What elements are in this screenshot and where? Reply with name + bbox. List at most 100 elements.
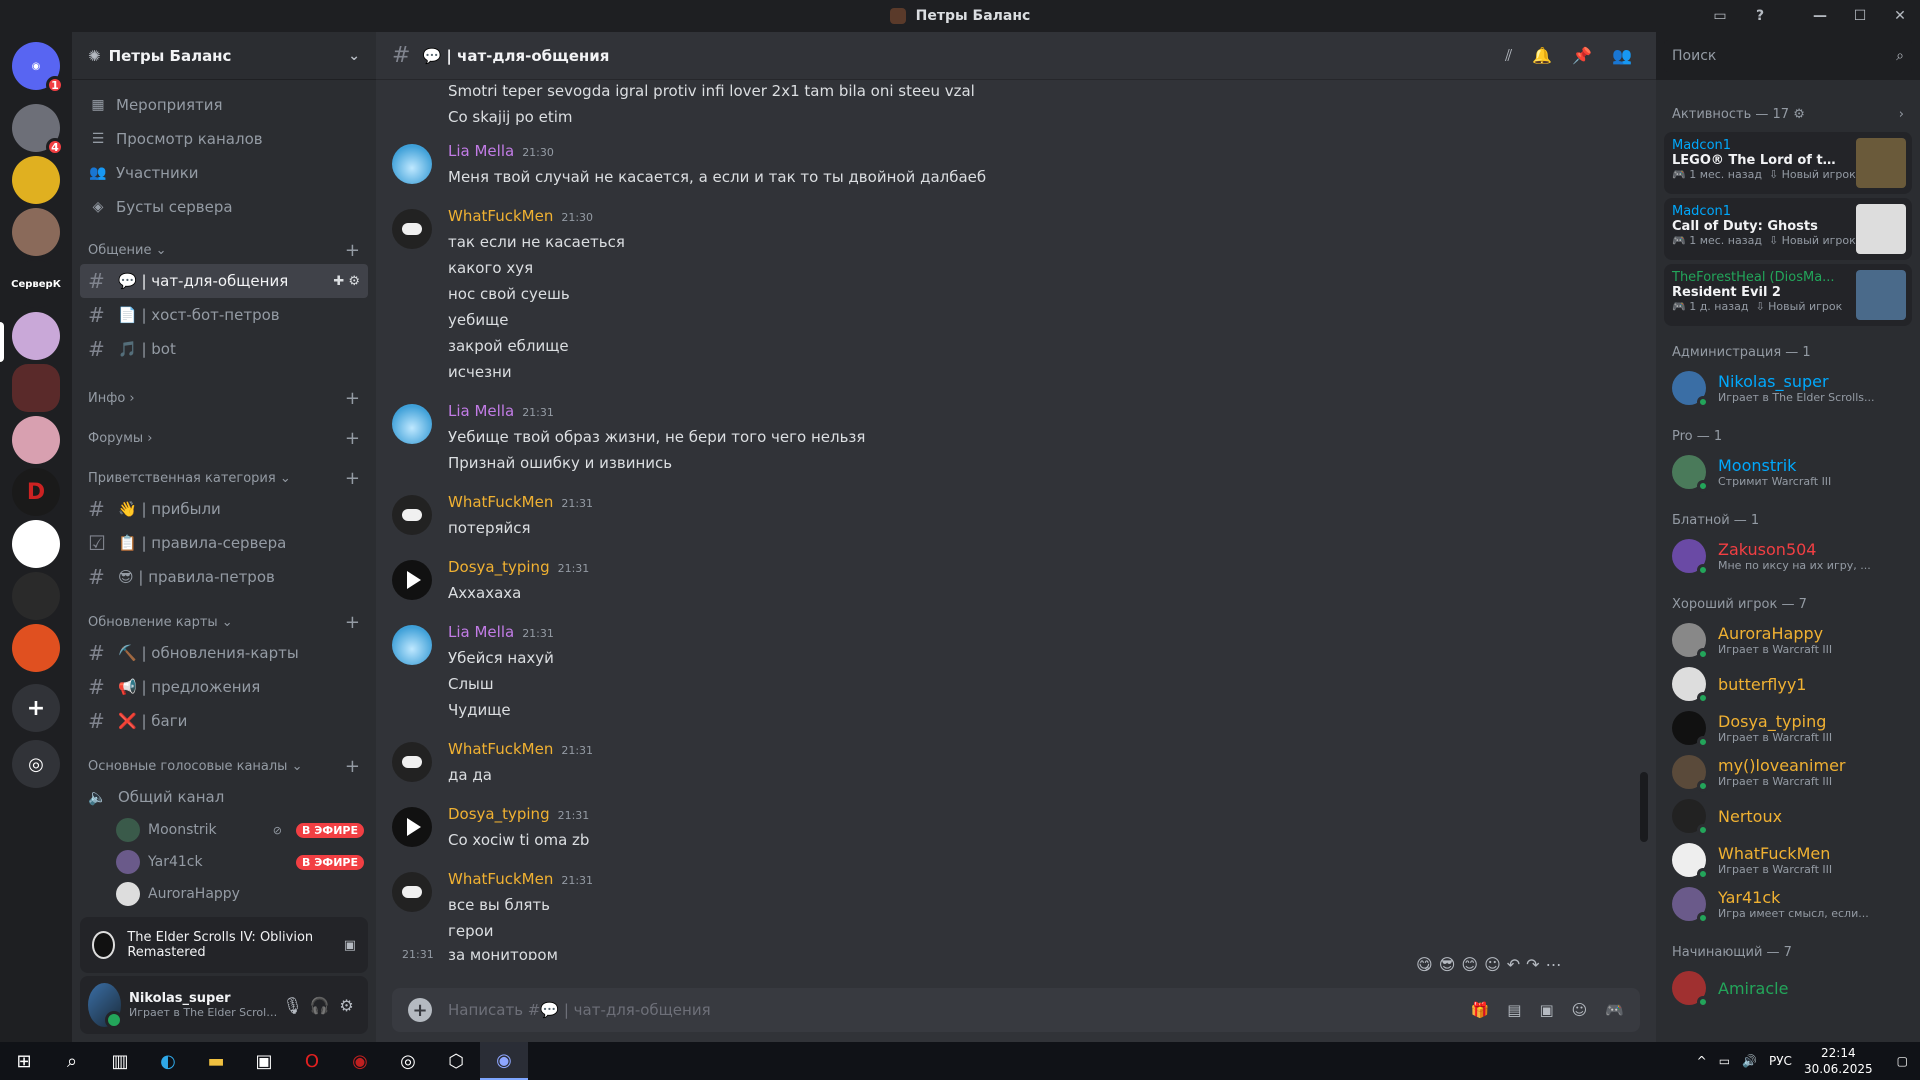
member-item[interactable]: Nikolas_super Играет в The Elder Scrolls.… [1656,366,1920,410]
notifications-icon[interactable]: ▢ [1897,1054,1908,1068]
server-icon[interactable] [12,624,60,672]
opera-icon[interactable]: O [288,1042,336,1080]
reaction-emoji-icon[interactable]: 😎 [1439,955,1456,974]
message-author[interactable]: Lia Mella [448,623,514,641]
discord-icon[interactable]: ◉ [480,1042,528,1080]
activity-card[interactable]: Madcon1 Call of Duty: Ghosts 🎮 1 мес. на… [1664,198,1912,260]
help-icon[interactable]: ? [1740,0,1780,32]
reaction-emoji-icon[interactable]: 😊 [1461,955,1478,974]
channel-rules-petrov[interactable]: # 😎 | правила-петров [80,560,368,594]
gift-icon[interactable]: 🎁 [1471,1001,1490,1019]
gear-icon[interactable]: ⚙ [333,996,360,1015]
language-indicator[interactable]: РУС [1769,1054,1792,1068]
channel-chat[interactable]: # 💬 | чат-для-общения ✚ ⚙ [80,264,368,298]
add-channel-icon[interactable]: + [345,428,360,449]
nav-boosts[interactable]: ◈ Бусты сервера [72,190,376,224]
server-icon[interactable] [12,312,60,360]
server-icon[interactable] [12,156,60,204]
nav-events[interactable]: ▦ Мероприятия [72,88,376,122]
server-icon[interactable]: 4 [12,104,64,156]
message-author[interactable]: Lia Mella [448,142,514,160]
message-composer[interactable]: + Написать #💬 | чат-для-общения 🎁 ▤ ▣ ☺ … [392,988,1640,1032]
minimize-button[interactable]: — [1800,0,1840,32]
start-icon[interactable]: ⊞ [0,1042,48,1080]
member-item[interactable]: Nertoux [1656,794,1920,838]
steam-icon[interactable]: ◎ [384,1042,432,1080]
volume-icon[interactable]: 🔊 [1742,1054,1757,1068]
channel-bugs[interactable]: # ❌ | баги [80,704,368,738]
server-icon[interactable] [12,572,60,620]
category-obshenie[interactable]: Общение ⌄ + [72,236,376,264]
edge-icon[interactable]: ◐ [144,1042,192,1080]
member-item[interactable]: WhatFuckMen Играет в Warcraft III [1656,838,1920,882]
activity-status-bar[interactable]: The Elder Scrolls IV: Oblivion Remastere… [80,917,368,973]
members-list-icon[interactable]: 👥 [1612,46,1632,66]
member-item[interactable]: Zakuson504 Мне по иксу на их игру, ... [1656,534,1920,578]
message-author[interactable]: Dosya_typing [448,805,550,823]
add-channel-icon[interactable]: + [345,612,360,633]
message-input[interactable]: Написать #💬 | чат-для-общения [448,1001,711,1019]
category-updates[interactable]: Обновление карты ⌄ + [72,608,376,636]
channel-bot[interactable]: # 🎵 | bot [80,332,368,366]
search-icon[interactable]: ⌕ [48,1042,96,1080]
member-item[interactable]: AuroraHappy Играет в Warcraft III [1656,618,1920,662]
chevron-right-icon[interactable]: › [1899,107,1904,122]
gear-icon[interactable]: ⚙ [1793,107,1805,122]
network-icon[interactable]: ▭ [1719,1054,1730,1068]
category-welcome[interactable]: Приветственная категория ⌄ + [72,464,376,492]
server-icon[interactable]: СерверК [11,260,61,308]
channel-settings-icon[interactable]: ✚ ⚙ [333,274,360,289]
channel-suggestions[interactable]: # 📢 | предложения [80,670,368,704]
channel-arrived[interactable]: # 👋 | прибыли [80,492,368,526]
add-channel-icon[interactable]: + [345,388,360,409]
voice-user[interactable]: Moonstrik ⊘ В ЭФИРЕ [72,814,376,846]
reaction-emoji-icon[interactable]: 😋 [1416,955,1433,974]
avatar[interactable] [392,742,432,782]
avatar[interactable] [392,209,432,249]
message-author[interactable]: WhatFuckMen [448,493,553,511]
add-attachment-icon[interactable]: + [408,998,432,1022]
category-info[interactable]: Инфо › + [72,384,376,412]
member-item[interactable]: my()loveanimer Играет в Warcraft III [1656,750,1920,794]
close-button[interactable]: ✕ [1880,0,1920,32]
member-item[interactable]: Moonstrik Стримит Warcraft III [1656,450,1920,494]
voice-user[interactable]: AuroraHappy [72,878,376,910]
chevron-up-icon[interactable]: ^ [1697,1054,1707,1068]
activity-card[interactable]: Madcon1 LEGO® The Lord of the Rings 🎮 1 … [1664,132,1912,194]
avatar[interactable] [392,495,432,535]
forward-icon[interactable]: ↷ [1526,955,1539,974]
avatar[interactable] [88,983,123,1029]
server-icon[interactable] [12,520,60,568]
add-channel-icon[interactable]: + [345,468,360,489]
message-author[interactable]: Dosya_typing [448,558,550,576]
emoji-icon[interactable]: ☺ [1572,1001,1588,1019]
message-author[interactable]: WhatFuckMen [448,870,553,888]
server-icon[interactable]: D [12,468,60,516]
activity-section-header[interactable]: Активность — 17 ⚙ › [1656,100,1920,128]
avatar[interactable] [392,872,432,912]
member-item[interactable]: butterflyy1 [1656,662,1920,706]
bell-icon[interactable]: 🔔 [1532,46,1552,66]
voice-user[interactable]: Yar41ck В ЭФИРЕ [72,846,376,878]
clock[interactable]: 22:14 30.06.2025 [1804,1045,1873,1077]
gif-icon[interactable]: ▤ [1507,1001,1521,1019]
reply-icon[interactable]: ↶ [1507,955,1520,974]
server-icon[interactable] [12,416,60,464]
store-icon[interactable]: ▣ [240,1042,288,1080]
category-voice[interactable]: Основные голосовые каналы ⌄ + [72,752,376,780]
nav-browse-channels[interactable]: ☰ Просмотр каналов [72,122,376,156]
pin-icon[interactable]: 📌 [1572,46,1592,66]
activity-action-icon[interactable]: ▣ [344,938,356,953]
microphone-icon[interactable]: 🎙 [279,996,306,1015]
headphones-icon[interactable]: 🎧 [306,996,333,1015]
message-author[interactable]: Lia Mella [448,402,514,420]
inbox-icon[interactable]: ▭ [1700,0,1740,32]
avatar[interactable] [392,625,432,665]
add-reaction-icon[interactable]: ☺ [1484,955,1501,974]
activities-icon[interactable]: 🎮 [1605,1001,1624,1019]
member-item[interactable]: Yar41ck Игра имеет смысл, если... [1656,882,1920,926]
task-view-icon[interactable]: ▥ [96,1042,144,1080]
channel-map-updates[interactable]: # ⛏️ | обновления-карты [80,636,368,670]
message-author[interactable]: WhatFuckMen [448,207,553,225]
explore-icon[interactable]: ◎ [12,740,60,788]
